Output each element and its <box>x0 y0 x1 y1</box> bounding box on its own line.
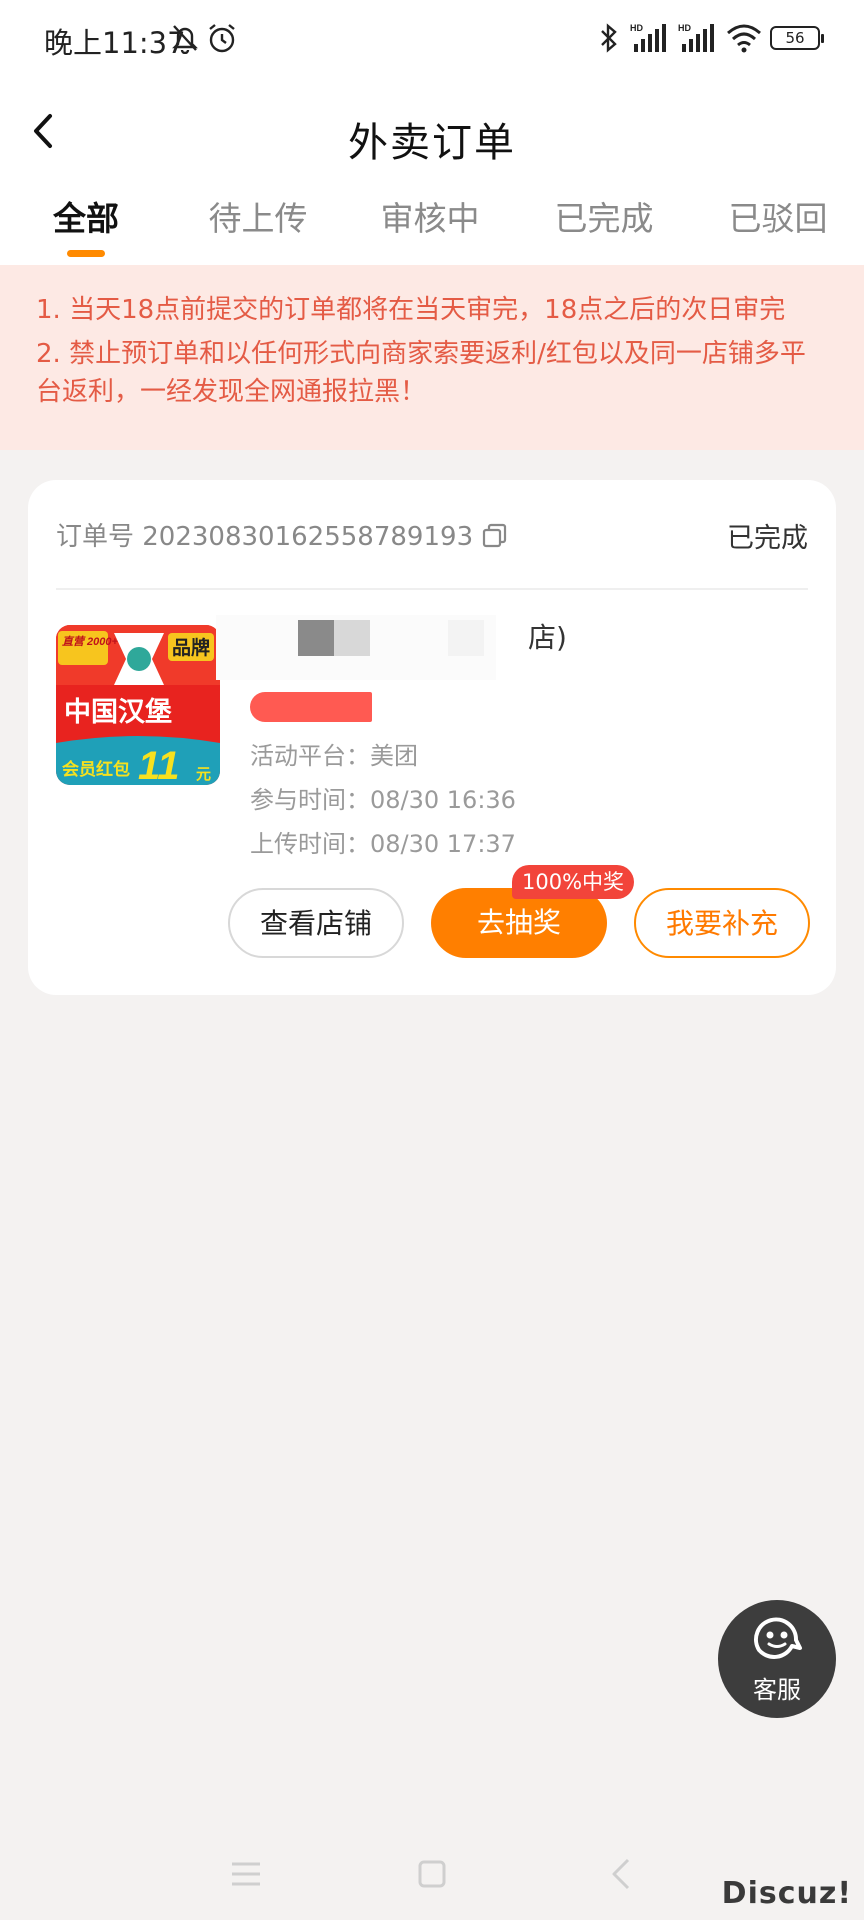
customer-service-button[interactable]: 客服 <box>718 1600 836 1718</box>
burger-promo-image: 直营 2000+ 品牌 中国汉堡 会员红包 11 元 <box>56 625 220 785</box>
tab-completed[interactable]: 已完成 <box>529 192 679 240</box>
notice-line-2: 2. 禁止预订单和以任何形式向商家索要返利/红包以及同一店铺多平台返利，一经发现… <box>36 339 806 407</box>
product-brand-tag: 品牌 <box>172 636 210 659</box>
status-left-icons <box>170 22 238 54</box>
platform-info: 活动平台：美团 <box>250 742 418 770</box>
product-image[interactable]: 直营 2000+ 品牌 中国汉堡 会员红包 11 元 <box>56 625 220 785</box>
page-title: 外卖订单 <box>348 120 516 166</box>
wifi-icon <box>727 24 761 53</box>
customer-service-label: 客服 <box>753 1676 801 1704</box>
product-bottom-text: 会员红包 <box>62 759 130 780</box>
notice-banner: 1. 当天18点前提交的订单都将在当天审完，18点之后的次日审完 2. 禁止预订… <box>0 265 864 450</box>
join-time-info: 参与时间：08/30 16:36 <box>250 786 516 814</box>
bell-off-icon <box>172 25 198 54</box>
status-bar: 晚上11:37 HD HD 56 <box>0 0 864 80</box>
status-right-icons: HD HD 56 <box>596 22 824 54</box>
svg-text:HD: HD <box>630 23 643 33</box>
tab-all[interactable]: 全部 <box>11 192 161 257</box>
order-title-suffix: 店) <box>528 621 567 654</box>
hd-signal-icon: HD <box>630 23 666 52</box>
tab-active-indicator <box>67 250 105 257</box>
tab-rejected[interactable]: 已驳回 <box>703 192 853 240</box>
order-number-text: 订单号 20230830162558789193 <box>56 522 474 552</box>
order-number: 订单号 20230830162558789193 <box>56 516 509 553</box>
product-name: 中国汉堡 <box>64 696 172 728</box>
redacted-price-block <box>250 692 372 722</box>
redacted-pixel-block <box>448 620 484 656</box>
order-status: 已完成 <box>727 523 808 554</box>
product-unit: 元 <box>196 765 211 783</box>
upload-time-info: 上传时间：08/30 17:37 <box>250 830 516 858</box>
order-card: 订单号 20230830162558789193 已完成 直营 2000+ 品牌… <box>28 480 836 995</box>
back-triangle-icon[interactable] <box>602 1854 642 1894</box>
copy-icon[interactable] <box>481 521 509 549</box>
chat-face-icon <box>754 1617 802 1659</box>
nav-bar: 外卖订单 <box>0 80 864 180</box>
bluetooth-icon <box>601 23 617 53</box>
tab-label: 全部 <box>53 199 119 238</box>
prize-badge: 100%中奖 <box>512 865 635 899</box>
divider <box>56 588 808 590</box>
view-store-button[interactable]: 查看店铺 <box>228 888 404 958</box>
svg-text:HD: HD <box>678 23 691 33</box>
alarm-icon <box>209 24 235 53</box>
tab-label: 审核中 <box>380 199 480 238</box>
tab-label: 待上传 <box>208 199 308 238</box>
product-amount: 11 <box>138 744 180 785</box>
home-square-icon[interactable] <box>412 1854 452 1894</box>
tab-reviewing[interactable]: 审核中 <box>355 192 505 240</box>
hd-signal-icon: HD <box>678 23 714 52</box>
order-tabs: 全部 待上传 审核中 已完成 已驳回 <box>0 180 864 265</box>
redacted-pixel-block <box>298 620 334 656</box>
menu-icon[interactable] <box>226 1854 266 1894</box>
redacted-pixel-block <box>334 620 370 656</box>
tab-label: 已完成 <box>554 199 654 238</box>
product-top-tag: 直营 2000+ <box>62 635 119 648</box>
battery-icon: 56 <box>770 26 824 50</box>
tab-label: 已驳回 <box>728 199 828 238</box>
tab-pending-upload[interactable]: 待上传 <box>183 192 333 240</box>
supplement-button[interactable]: 我要补充 <box>634 888 810 958</box>
status-time: 晚上11:37 <box>44 26 186 60</box>
watermark-logo: Discuz! <box>721 1876 852 1911</box>
notice-line-1: 1. 当天18点前提交的订单都将在当天审完，18点之后的次日审完 <box>36 295 786 325</box>
